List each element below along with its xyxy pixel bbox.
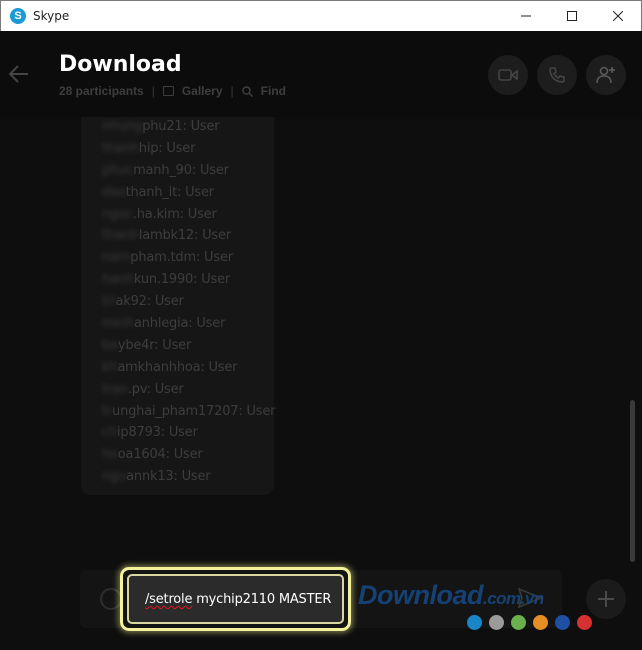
close-button[interactable] xyxy=(595,1,641,31)
member-role-text: unghai_pham17207: User xyxy=(112,403,276,419)
redacted-name: minh xyxy=(102,316,134,332)
member-role-item: ngoc.ha.kim: User xyxy=(102,207,275,229)
gallery-icon xyxy=(162,86,174,96)
redacted-name: tran xyxy=(102,381,128,397)
watermark-dot xyxy=(511,615,526,630)
plus-icon xyxy=(598,591,614,607)
member-role-text: kun.1990: User xyxy=(133,272,231,288)
member-role-item: nguannk13: User xyxy=(102,469,275,491)
gallery-link[interactable]: Gallery xyxy=(182,84,223,98)
redacted-name: ngu xyxy=(102,469,127,485)
member-role-text: pham.tdm: User xyxy=(130,250,233,266)
add-participant-icon xyxy=(596,66,615,84)
redacted-name: nhung xyxy=(102,119,143,134)
member-role-text: hip: User xyxy=(138,140,196,156)
member-role-text: oa1604: User xyxy=(117,447,203,463)
redacted-name: ch xyxy=(102,425,117,441)
video-call-icon xyxy=(498,69,518,81)
member-role-item: phucmanh_90: User xyxy=(102,163,275,185)
member-role-item: hanhkun.1990: User xyxy=(102,272,275,294)
redacted-name: kh xyxy=(102,359,118,375)
member-role-text: .ha.kim: User xyxy=(132,206,217,222)
find-link[interactable]: Find xyxy=(261,84,286,98)
redacted-name: thanh xyxy=(102,228,139,244)
minimize-icon xyxy=(521,15,531,17)
member-role-item: nampham.tdm: User xyxy=(102,250,275,272)
member-role-item: tran.pv: User xyxy=(102,382,275,404)
member-role-text: thanh_it: User xyxy=(125,184,215,200)
redacted-name: dao xyxy=(102,184,126,200)
member-role-item: minhanhlegia: User xyxy=(102,316,275,338)
redacted-name: ho xyxy=(102,447,118,463)
member-role-item: triak92: User xyxy=(102,294,275,316)
redacted-name: tr xyxy=(102,403,113,419)
redacted-name: ba xyxy=(102,337,118,353)
divider: | xyxy=(230,84,234,98)
chat-header: Download 28 participants | Gallery | Fin… xyxy=(0,31,642,117)
emoji-icon[interactable] xyxy=(100,588,122,610)
command-args: mychip2110 MASTER xyxy=(192,592,332,607)
member-role-text: annk13: User xyxy=(126,469,211,485)
window-controls xyxy=(503,1,641,31)
redacted-name: thanh xyxy=(102,140,139,156)
add-content-button[interactable] xyxy=(586,579,626,619)
redacted-name: hanh xyxy=(102,272,134,288)
member-role-text: ak92: User xyxy=(115,294,184,310)
minimize-button[interactable] xyxy=(503,1,549,31)
redacted-name: tri xyxy=(102,294,116,310)
member-role-text: anhlegia: User xyxy=(133,316,226,332)
redacted-name: phuc xyxy=(102,162,134,178)
watermark-dot xyxy=(489,615,504,630)
watermark-dots xyxy=(467,615,592,630)
watermark-logo: Download.com.vn xyxy=(358,580,544,610)
member-role-text: .pv: User xyxy=(127,381,184,397)
member-role-text: ybe4r: User xyxy=(117,337,192,353)
chat-title[interactable]: Download xyxy=(59,52,182,77)
chat-subinfo: 28 participants | Gallery | Find xyxy=(59,84,286,98)
member-role-item: daothanh_it: User xyxy=(102,185,275,207)
member-role-item: trunghai_pham17207: User xyxy=(102,403,276,426)
maximize-icon xyxy=(567,11,577,21)
messages-area[interactable] xyxy=(0,117,630,567)
watermark-dot xyxy=(533,615,548,630)
member-role-item: thanhhip: User xyxy=(102,141,275,163)
command-word: /setrole xyxy=(145,592,193,607)
audio-call-icon xyxy=(549,67,565,83)
member-role-text: lambk12: User xyxy=(138,228,231,244)
member-role-item: baybe4r: User xyxy=(102,338,275,360)
window-title: Skype xyxy=(33,9,70,23)
scrollbar[interactable] xyxy=(630,400,635,562)
message-input-text: /setrole mychip2110 MASTER xyxy=(145,592,331,607)
participants-count[interactable]: 28 participants xyxy=(59,84,144,98)
member-role-text: amkhanhhoa: User xyxy=(117,359,238,375)
watermark-dot xyxy=(577,615,592,630)
redacted-name: nam xyxy=(102,250,131,266)
member-role-item: chip8793: User xyxy=(102,425,275,447)
window-titlebar: S Skype xyxy=(0,0,642,31)
maximize-button[interactable] xyxy=(549,1,595,31)
back-arrow-icon[interactable] xyxy=(8,63,30,85)
watermark-dot xyxy=(555,615,570,630)
divider: | xyxy=(151,84,155,98)
member-role-item: thanhlambk12: User xyxy=(102,228,275,250)
skype-icon: S xyxy=(10,8,26,24)
member-role-text: manh_90: User xyxy=(133,162,229,178)
video-call-button[interactable] xyxy=(488,55,528,95)
member-role-text: ip8793: User xyxy=(117,425,198,441)
member-role-item: nhungphu21: User xyxy=(102,119,275,141)
member-role-item: khamkhanhhoa: User xyxy=(102,360,275,382)
search-icon xyxy=(241,85,253,97)
member-role-text: phu21: User xyxy=(142,119,220,134)
close-icon xyxy=(613,11,623,21)
member-role-item: hooa1604: User xyxy=(102,447,275,469)
watermark-dot xyxy=(467,615,482,630)
redacted-name: ngoc xyxy=(102,206,133,222)
member-role-list: nhungphu21: User thanhhip: User phucmanh_9… xyxy=(102,119,276,491)
audio-call-button[interactable] xyxy=(537,55,577,95)
add-participant-button[interactable] xyxy=(586,55,626,95)
